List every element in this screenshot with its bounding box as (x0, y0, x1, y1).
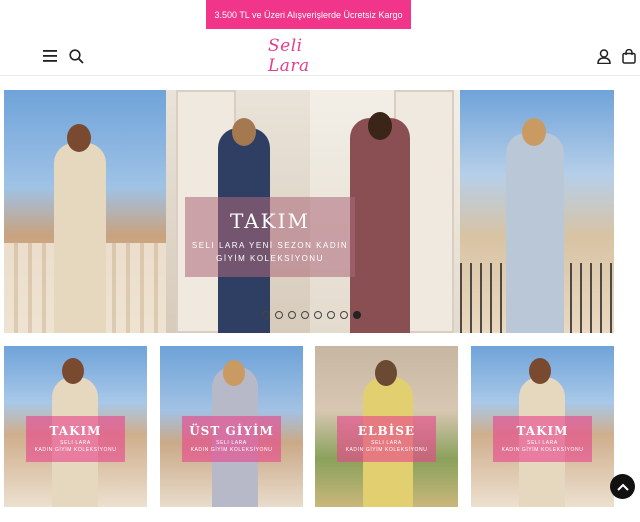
site-header: Seli Lara (0, 36, 640, 76)
model-head (529, 358, 551, 384)
category-subtitle-line2: KADIN GİYİM KOLEKSİYONU (345, 447, 428, 453)
category-title: TAKIM (516, 424, 569, 438)
category-label: ÜST GİYİM SELI LARA KADIN GİYİM KOLEKSİY… (182, 416, 281, 462)
category-card-takim-2[interactable]: TAKIM SELI LARA KADIN GİYİM KOLEKSİYONU (471, 346, 614, 507)
model-head (522, 118, 546, 146)
brand-logo[interactable]: Seli Lara (268, 36, 348, 76)
category-subtitle-line2: KADIN GİYİM KOLEKSİYONU (190, 447, 273, 453)
slider-dot[interactable] (314, 311, 322, 319)
model-head (232, 118, 256, 146)
category-subtitle-line1: SELI LARA (371, 440, 402, 446)
model-head (67, 124, 91, 152)
model-head (223, 360, 245, 386)
hero-caption[interactable]: TAKIM SELI LARA YENİ SEZON KADIN GİYİM K… (185, 197, 355, 277)
model-head (375, 360, 397, 386)
search-icon[interactable] (66, 46, 86, 66)
model-figure (350, 118, 410, 333)
hero-panel-1 (4, 90, 166, 333)
user-icon[interactable] (594, 46, 614, 66)
back-to-top-button[interactable] (610, 474, 635, 499)
category-subtitle-line1: SELI LARA (216, 440, 247, 446)
promo-text: 3.500 TL ve Üzeri Alışverişlerde Ücretsi… (214, 9, 403, 20)
category-subtitle: SELI LARA KADIN GİYİM KOLEKSİYONU (35, 440, 117, 454)
model-head (62, 358, 84, 384)
menu-icon[interactable] (40, 46, 60, 66)
category-label: ELBİSE SELI LARA KADIN GİYİM KOLEKSİYONU (337, 416, 436, 462)
hero-panel-4 (460, 90, 614, 333)
slider-dots (262, 311, 361, 319)
slider-dot[interactable] (262, 311, 270, 319)
category-subtitle-line1: SELI LARA (527, 440, 558, 446)
promo-banner[interactable]: 3.500 TL ve Üzeri Alışverişlerde Ücretsi… (206, 0, 411, 29)
category-title: ÜST GİYİM (189, 424, 274, 438)
category-subtitle: SELI LARA KADIN GİYİM KOLEKSİYONU (346, 440, 428, 454)
chevron-up-icon (616, 483, 629, 491)
category-subtitle: SELI LARA KADIN GİYİM KOLEKSİYONU (502, 440, 584, 454)
slider-dot[interactable] (327, 311, 335, 319)
slider-dot[interactable] (340, 311, 348, 319)
category-subtitle-line1: SELI LARA (60, 440, 91, 446)
hero-subtitle-line1: SELI LARA YENİ SEZON KADIN (191, 241, 349, 250)
category-card-elbise[interactable]: ELBİSE SELI LARA KADIN GİYİM KOLEKSİYONU (315, 346, 458, 507)
hero-slider[interactable]: TAKIM SELI LARA YENİ SEZON KADIN GİYİM K… (4, 90, 614, 333)
logo-text: Seli Lara (268, 36, 310, 76)
hero-subtitle: SELI LARA YENİ SEZON KADIN GİYİM KOLEKSİ… (192, 239, 348, 265)
slider-dot[interactable] (275, 311, 283, 319)
category-subtitle-line2: KADIN GİYİM KOLEKSİYONU (501, 447, 584, 453)
model-head (368, 112, 392, 140)
category-subtitle-line2: KADIN GİYİM KOLEKSİYONU (34, 447, 117, 453)
hero-subtitle-line2: GİYİM KOLEKSİYONU (216, 254, 324, 263)
model-figure (54, 143, 106, 333)
model-figure (506, 133, 564, 333)
category-label: TAKIM SELI LARA KADIN GİYİM KOLEKSİYONU (26, 416, 125, 462)
hero-title: TAKIM (229, 209, 310, 233)
category-subtitle: SELI LARA KADIN GİYİM KOLEKSİYONU (191, 440, 273, 454)
cart-icon[interactable] (619, 46, 639, 66)
category-card-takim[interactable]: TAKIM SELI LARA KADIN GİYİM KOLEKSİYONU (4, 346, 147, 507)
category-title: ELBİSE (357, 424, 416, 438)
category-title: TAKIM (49, 424, 102, 438)
slider-dot-active[interactable] (353, 311, 361, 319)
slider-dot[interactable] (288, 311, 296, 319)
category-label: TAKIM SELI LARA KADIN GİYİM KOLEKSİYONU (493, 416, 592, 462)
page: 3.500 TL ve Üzeri Alışverişlerde Ücretsi… (0, 0, 640, 522)
category-card-ust-giyim[interactable]: ÜST GİYİM SELI LARA KADIN GİYİM KOLEKSİY… (160, 346, 303, 507)
slider-dot[interactable] (301, 311, 309, 319)
